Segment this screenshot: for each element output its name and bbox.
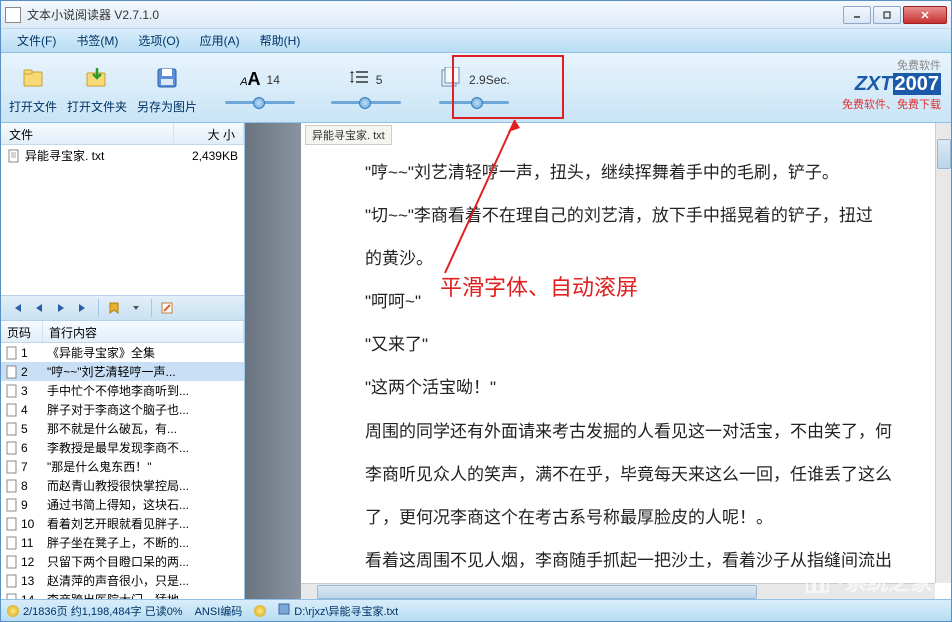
col-size[interactable]: 大 小 [174,123,244,144]
page-row[interactable]: 3手中忙个不停地李商听到... [1,381,244,400]
line-spacing-icon [350,69,370,90]
reader-content: "哼~~"刘艺清轻哼一声，扭头，继续挥舞着手中的毛刷，铲子。 "切~~"李商看着不… [301,123,951,599]
col-file[interactable]: 文件 [1,123,174,144]
reader-scrollbar-vertical[interactable] [935,123,951,583]
page-row[interactable]: 6李教授是最早发现李商不... [1,438,244,457]
reader-tab-title: 异能寻宝家. txt [305,125,392,145]
reader-paragraph: "切~~"李商看着不在理自己的刘艺清，放下手中摇晃着的铲子，扭过 [331,196,931,235]
page-row[interactable]: 2"哼~~"刘艺清轻哼一声... [1,362,244,381]
brand-area: 免费软件 ZXT2007 免费软件、免费下载 [842,57,941,112]
reader-paragraph: 周围的同学还有外面请来考古发掘的人看见这一对活宝，不由笑了，何 [331,412,931,451]
status-path: D:\rjxz\异能寻宝家.txt [294,603,398,619]
autoscroll-icon [439,67,463,92]
page-row[interactable]: 4胖子对于李商这个脑子也... [1,400,244,419]
statusbar: 2/1836页 约1,198,484字 已读0% ANSI编码 D:\rjxz\… [1,599,951,621]
reader-paragraph: "呵呵~" [331,282,931,321]
menubar: 文件(F) 书签(M) 选项(O) 应用(A) 帮助(H) [1,29,951,53]
page-row[interactable]: 14李商跨出医院大门，猛地... [1,590,244,599]
disk-icon [278,603,290,618]
open-folder-button[interactable] [79,60,115,96]
open-folder-label: 打开文件夹 [67,98,127,115]
minimize-button[interactable] [843,6,871,24]
line-spacing-slider[interactable] [331,95,401,111]
page-row[interactable]: 7"那是什么鬼东西！" [1,457,244,476]
nav-edit-button[interactable] [157,298,177,318]
col-page[interactable]: 页码 [1,321,43,342]
brand-slogan: 免费软件、免费下载 [842,96,941,112]
menu-apps[interactable]: 应用(A) [190,30,250,51]
toolbar: 打开文件 打开文件夹 另存为图片 AA 14 [1,53,951,123]
save-image-label: 另存为图片 [137,98,197,115]
menu-file[interactable]: 文件(F) [7,30,66,51]
close-button[interactable] [903,6,947,24]
menu-help[interactable]: 帮助(H) [250,30,311,51]
page-row[interactable]: 12只留下两个目瞪口呆的两... [1,552,244,571]
reader-gutter [245,123,301,599]
open-file-button[interactable] [15,60,51,96]
open-file-label: 打开文件 [9,98,57,115]
line-spacing-value: 5 [376,73,383,87]
maximize-button[interactable] [873,6,901,24]
file-list-header: 文件 大 小 [1,123,244,145]
font-size-value: 14 [267,73,280,87]
nav-prev-button[interactable] [29,298,49,318]
autoscroll-value: 2.9Sec. [469,73,510,87]
autoscroll-slider[interactable] [439,95,509,111]
font-size-slider[interactable] [225,95,295,111]
reader-paragraph: 了，更何况李商这个在考古系号称最厚脸皮的人呢！。 [331,498,931,537]
nav-next-button[interactable] [51,298,71,318]
app-icon [5,7,21,23]
status-encoding: ANSI编码 [195,603,243,619]
nav-last-button[interactable] [73,298,93,318]
window-title: 文本小说阅读器 V2.7.1.0 [27,6,843,23]
file-row[interactable]: 异能寻宝家. txt2,439KB [1,145,244,166]
reader-paragraph: "这两个活宝呦！" [331,368,931,407]
reader-page[interactable]: 异能寻宝家. txt "哼~~"刘艺清轻哼一声，扭头，继续挥舞着手中的毛刷，铲子… [301,123,951,599]
page-row[interactable]: 13赵清萍的声音很小，只是... [1,571,244,590]
page-row[interactable]: 10看着刘艺开眼就看见胖子... [1,514,244,533]
col-firstline[interactable]: 首行内容 [43,321,244,342]
file-list[interactable]: 异能寻宝家. txt2,439KB [1,145,244,295]
page-row[interactable]: 9通过书简上得知，这块石... [1,495,244,514]
page-row[interactable]: 5那不就是什么破瓦，有... [1,419,244,438]
brand-top: 免费软件 [842,57,941,73]
bulb-icon [7,605,19,617]
status-page-info: 2/1836页 约1,198,484字 已读0% [23,603,183,619]
watermark: ·系统之家 [801,565,932,597]
left-panel: 文件 大 小 异能寻宝家. txt2,439KB 页码 首行内容 1《异能寻宝家… [1,123,245,599]
menu-options[interactable]: 选项(O) [128,30,189,51]
page-row[interactable]: 1《异能寻宝家》全集 [1,343,244,362]
titlebar: 文本小说阅读器 V2.7.1.0 [1,1,951,29]
page-row[interactable]: 11胖子坐在凳子上，不断的... [1,533,244,552]
reader-paragraph: "又来了" [331,325,931,364]
page-row[interactable]: 8而赵青山教授很快掌控局... [1,476,244,495]
page-list[interactable]: 1《异能寻宝家》全集2"哼~~"刘艺清轻哼一声...3手中忙个不停地李商听到..… [1,343,244,599]
bulb-icon [254,605,266,617]
menu-bookmark[interactable]: 书签(M) [66,30,128,51]
reader-paragraph: 的黄沙。 [331,239,931,278]
nav-first-button[interactable] [7,298,27,318]
nav-toolbar [1,295,244,321]
reader-paragraph: 李商听见众人的笑声，满不在乎，毕竟每天来这么一回，任谁丢了这么 [331,455,931,494]
page-list-header: 页码 首行内容 [1,321,244,343]
save-image-button[interactable] [149,60,185,96]
reader-paragraph: "哼~~"刘艺清轻哼一声，扭头，继续挥舞着手中的毛刷，铲子。 [331,153,931,192]
reader-area: 异能寻宝家. txt "哼~~"刘艺清轻哼一声，扭头，继续挥舞着手中的毛刷，铲子… [245,123,951,599]
nav-bookmark-button[interactable] [104,298,124,318]
nav-dropdown-button[interactable] [126,298,146,318]
font-size-icon: AA [240,69,260,90]
